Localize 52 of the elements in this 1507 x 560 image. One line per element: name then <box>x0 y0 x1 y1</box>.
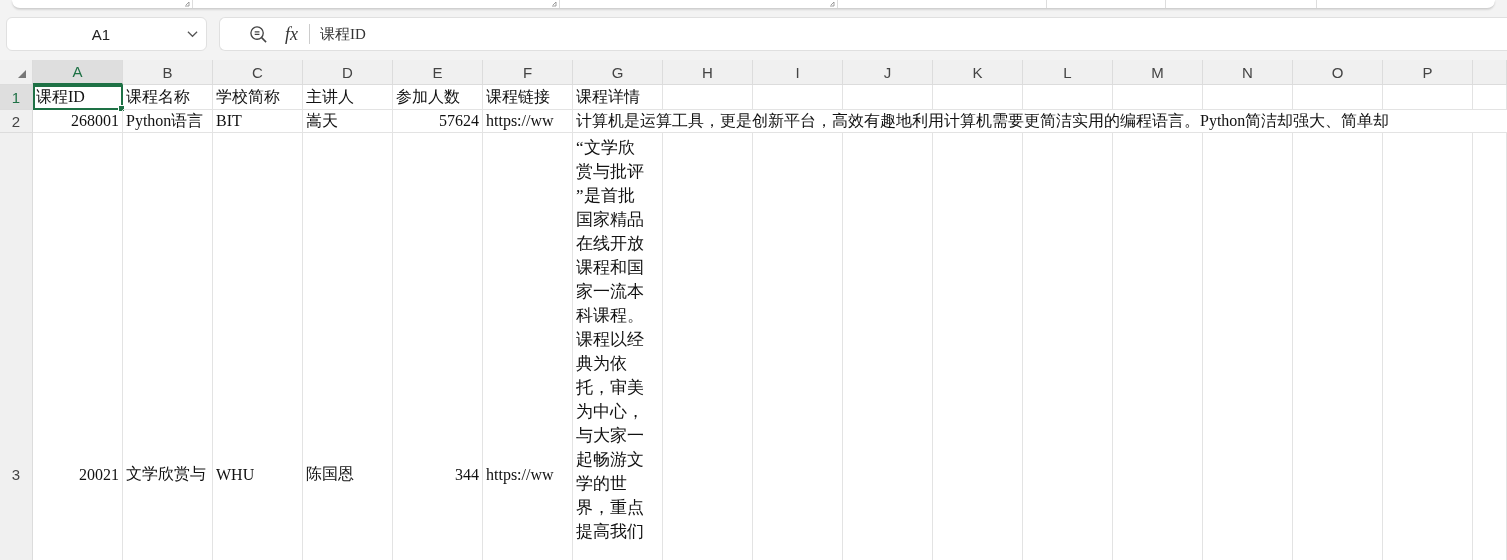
column-header[interactable]: C <box>213 60 303 85</box>
expand-corner-icon[interactable] <box>184 1 190 7</box>
empty-cell <box>1473 85 1507 110</box>
expand-corner-icon[interactable] <box>551 1 557 7</box>
table-cell: 学校简称 <box>213 85 303 110</box>
column-header[interactable]: E <box>393 60 483 85</box>
column-header[interactable]: G <box>573 60 663 85</box>
column-header[interactable]: P <box>1383 60 1473 85</box>
row-header[interactable]: 3 <box>0 133 33 560</box>
column-header[interactable]: D <box>303 60 393 85</box>
table-cell: 课程ID <box>33 85 123 110</box>
column-header[interactable]: B <box>123 60 213 85</box>
expand-corner-icon[interactable] <box>829 1 835 7</box>
magnifier-icon[interactable] <box>249 24 268 44</box>
column-header[interactable]: H <box>663 60 753 85</box>
formula-bar[interactable]: fx 课程ID <box>219 17 1507 51</box>
table-cell: 课程详情 <box>573 85 663 110</box>
table-cell: 参加人数 <box>393 85 483 110</box>
table-cell: 20021 <box>33 133 123 560</box>
table-cell: 课程名称 <box>123 85 213 110</box>
table-cell: WHU <box>213 133 303 560</box>
table-cell: 344 <box>393 133 483 560</box>
function-label[interactable]: fx <box>285 23 298 45</box>
column-header[interactable]: I <box>753 60 843 85</box>
table-cell: BIT <box>213 110 303 133</box>
column-header[interactable]: F <box>483 60 573 85</box>
row-header[interactable]: 1 <box>0 85 33 110</box>
table-cell: Python语言 <box>123 110 213 133</box>
table-cell: 课程链接 <box>483 85 573 110</box>
table-cell: 陈国恩 <box>303 133 393 560</box>
column-header[interactable]: J <box>843 60 933 85</box>
select-all-icon[interactable] <box>18 70 26 78</box>
name-box[interactable]: A1 <box>6 17 207 51</box>
column-header[interactable]: N <box>1203 60 1293 85</box>
chevron-down-icon[interactable] <box>187 30 198 38</box>
table-cell: “文学欣 赏与批评 ”是首批 国家精品 在线开放 课程和国 家一流本 科课程。 课程以经 典为依 托，审美 为中心， 与大家一 起畅游文 学的世 界，重点 提高我们 <box>573 133 663 560</box>
column-header[interactable]: A <box>33 60 123 85</box>
table-cell: 57624 <box>393 110 483 133</box>
table-cell: 文学欣赏与 <box>123 133 213 560</box>
table-cell: https://ww <box>483 133 573 560</box>
table-cell: 268001 <box>33 110 123 133</box>
table-cell: 主讲人 <box>303 85 393 110</box>
column-header[interactable]: K <box>933 60 1023 85</box>
row-header[interactable]: 2 <box>0 110 33 133</box>
table-cell: 嵩天 <box>303 110 393 133</box>
column-header[interactable]: O <box>1293 60 1383 85</box>
table-cell: https://ww <box>483 110 573 133</box>
column-header[interactable]: M <box>1113 60 1203 85</box>
fill-handle[interactable] <box>118 105 125 112</box>
table-cell: 计算机是运算工具，更是创新平台，高效有趣地利用计算机需要更简洁实用的编程语言。Python简洁却强大、简单却 <box>573 110 1507 133</box>
column-header[interactable]: L <box>1023 60 1113 85</box>
formula-text: 课程ID <box>320 24 366 44</box>
